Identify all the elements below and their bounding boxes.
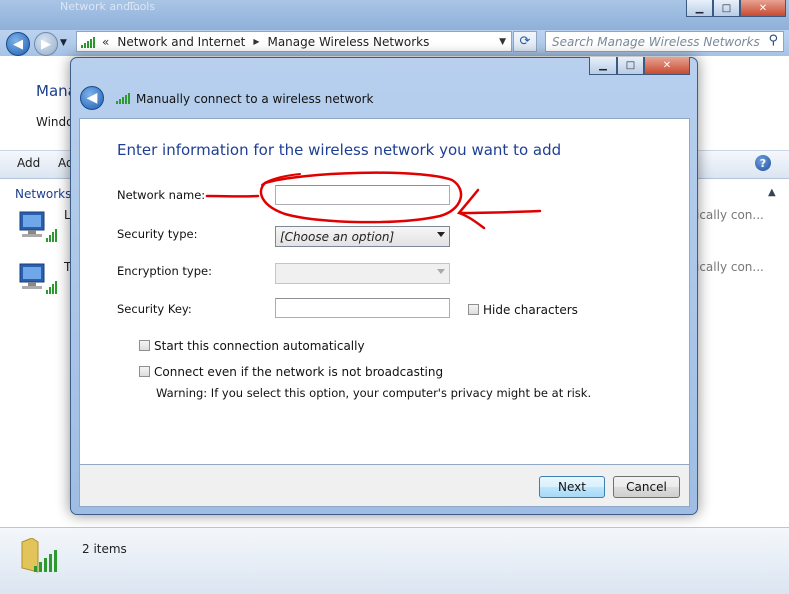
network-status: ically con...: [696, 260, 764, 274]
privacy-warning: Warning: If you select this option, your…: [156, 386, 592, 400]
security-type-value: [Choose an option]: [280, 229, 395, 244]
search-input[interactable]: Search Manage Wireless Networks ⚲: [545, 31, 784, 52]
status-bar: [0, 527, 789, 594]
network-name-label: Network name:: [117, 188, 206, 202]
item-count: 2 items: [82, 542, 127, 556]
titlebar-tab: Tools: [128, 0, 156, 13]
security-key-input[interactable]: [275, 298, 450, 318]
search-placeholder: Search Manage Wireless Networks: [552, 34, 760, 49]
folder-wireless-icon: [21, 538, 57, 573]
dialog-heading: Enter information for the wireless netwo…: [117, 141, 562, 159]
security-key-label: Security Key:: [117, 302, 192, 316]
dialog-title: Manually connect to a wireless network: [136, 92, 374, 106]
wireless-signal-icon: [81, 36, 95, 48]
chevron-up-icon[interactable]: ▲: [768, 187, 776, 198]
connect-not-broadcasting-checkbox[interactable]: [139, 366, 150, 377]
arrow-left-icon: ◀: [13, 36, 23, 52]
hide-characters-checkbox[interactable]: [468, 304, 479, 315]
chevron-down-icon: [437, 232, 445, 237]
search-icon[interactable]: ⚲: [768, 33, 778, 48]
security-type-select[interactable]: [Choose an option]: [275, 226, 450, 247]
add-button[interactable]: Add: [17, 156, 40, 170]
start-automatically-label[interactable]: Start this connection automatically: [154, 339, 365, 353]
start-automatically-checkbox[interactable]: [139, 340, 150, 351]
recent-pages-dropdown[interactable]: ▼: [60, 38, 67, 48]
address-dropdown-icon[interactable]: ▼: [499, 37, 506, 47]
back-button[interactable]: ◀: [6, 32, 30, 56]
connect-not-broadcasting-label[interactable]: Connect even if the network is not broad…: [154, 365, 443, 379]
dialog-close-button[interactable]: ✕: [644, 57, 690, 75]
dialog-back-button[interactable]: ◀: [80, 86, 104, 110]
forward-button[interactable]: ▶: [34, 32, 58, 56]
refresh-icon: ⟳: [519, 34, 531, 49]
network-status: ically con...: [696, 208, 764, 222]
encryption-type-label: Encryption type:: [117, 264, 212, 278]
breadcrumb-overflow[interactable]: «: [102, 35, 109, 49]
minimize-button[interactable]: ▁: [686, 0, 713, 17]
security-type-label: Security type:: [117, 227, 198, 241]
breadcrumb-network-and-internet[interactable]: Network and Internet: [117, 35, 245, 49]
wireless-network-icon[interactable]: [16, 210, 60, 248]
encryption-type-select[interactable]: [275, 263, 450, 284]
wireless-network-icon[interactable]: [16, 262, 60, 300]
dialog-minimize-button[interactable]: ▁: [589, 57, 617, 75]
cancel-button[interactable]: Cancel: [613, 476, 680, 498]
chevron-down-icon: [437, 269, 445, 274]
hide-characters-label[interactable]: Hide characters: [483, 303, 578, 317]
refresh-button[interactable]: ⟳: [513, 31, 537, 52]
address-bar[interactable]: « Network and Internet ▶ Manage Wireless…: [76, 31, 512, 52]
arrow-left-icon: ◀: [86, 90, 98, 106]
wireless-signal-icon: [116, 93, 130, 104]
explorer-titlebar: Network and... Tools: [0, 0, 789, 30]
dialog-maximize-button[interactable]: □: [617, 57, 644, 75]
breadcrumb-manage-wireless-networks[interactable]: Manage Wireless Networks: [267, 35, 429, 49]
close-button[interactable]: ✕: [740, 0, 786, 17]
page-subtitle: Windo: [36, 115, 74, 129]
arrow-right-icon: ▶: [41, 36, 51, 52]
dialog-body: [79, 118, 690, 465]
breadcrumb-chevron-icon[interactable]: ▶: [253, 37, 259, 46]
maximize-button[interactable]: □: [713, 0, 740, 17]
help-icon[interactable]: ?: [755, 155, 771, 171]
next-button[interactable]: Next: [539, 476, 605, 498]
network-name-input[interactable]: [275, 185, 450, 205]
